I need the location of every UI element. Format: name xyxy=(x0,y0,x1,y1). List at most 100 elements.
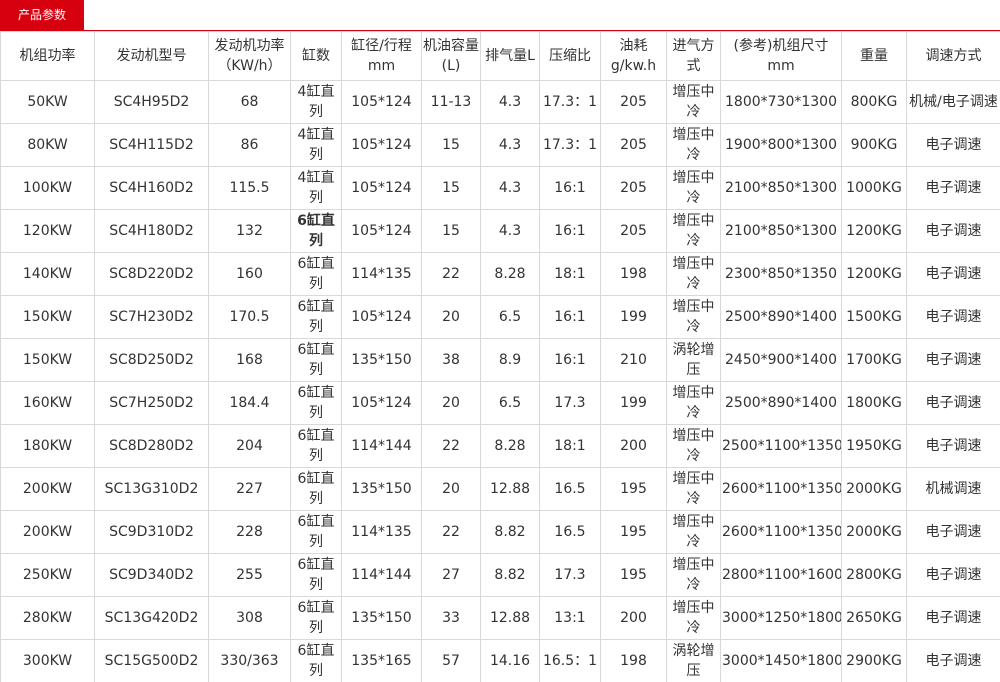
cell-engine-model: SC13G310D2 xyxy=(94,467,209,511)
cell-engine-model: SC8D220D2 xyxy=(94,252,209,296)
cell-fuel-consumption: 200 xyxy=(600,596,667,640)
cell-engine-model: SC8D280D2 xyxy=(94,424,209,468)
cell-power: 100KW xyxy=(0,166,95,210)
tab-bar: 产品参数 xyxy=(0,0,1000,31)
cell-bore-stroke: 114*144 xyxy=(341,424,422,468)
cell-weight: 1200KG xyxy=(841,209,907,253)
table-row: 80KW SC4H115D2 86 4缸直列 105*124 15 4.3 17.3：1 205… xyxy=(0,123,1000,167)
cell-cylinders: 6缸直列 xyxy=(290,252,342,296)
cell-dimensions: 2600*1100*1350 xyxy=(720,510,842,554)
cell-fuel-consumption: 205 xyxy=(600,209,667,253)
cell-compression: 16.5 xyxy=(539,510,601,554)
tab-product-params[interactable]: 产品参数 xyxy=(0,0,84,31)
cell-dimensions: 3000*1450*1800 xyxy=(720,639,842,682)
cell-bore-stroke: 105*124 xyxy=(341,123,422,167)
cell-fuel-consumption: 200 xyxy=(600,424,667,468)
col-header-intake: 进气方式 xyxy=(666,31,721,81)
cell-dimensions: 3000*1250*1800 xyxy=(720,596,842,640)
cell-weight: 1200KG xyxy=(841,252,907,296)
cell-compression: 16:1 xyxy=(539,209,601,253)
cell-governor: 电子调速 xyxy=(906,510,1000,554)
cell-dimensions: 2500*1100*1350 xyxy=(720,424,842,468)
cell-engine-model: SC4H160D2 xyxy=(94,166,209,210)
cell-oil-capacity: 22 xyxy=(421,424,481,468)
cell-governor: 电子调速 xyxy=(906,252,1000,296)
cell-displacement: 4.3 xyxy=(480,80,540,124)
cell-cylinders: 6缸直列 xyxy=(290,467,342,511)
cell-fuel-consumption: 198 xyxy=(600,639,667,682)
cell-power: 50KW xyxy=(0,80,95,124)
cell-oil-capacity: 22 xyxy=(421,252,481,296)
cell-fuel-consumption: 205 xyxy=(600,123,667,167)
cell-oil-capacity: 33 xyxy=(421,596,481,640)
cell-power: 280KW xyxy=(0,596,95,640)
cell-displacement: 8.28 xyxy=(480,252,540,296)
col-header-displacement: 排气量L xyxy=(480,31,540,81)
table-header-row: 机组功率 发动机型号 发动机功率（KW/h） 缸数 缸径/行程mm 机油容量(L… xyxy=(0,31,1000,81)
cell-power: 140KW xyxy=(0,252,95,296)
col-header-governor: 调速方式 xyxy=(906,31,1000,81)
table-row: 160KW SC7H250D2 184.4 6缸直列 105*124 20 6.5 17.3 1… xyxy=(0,381,1000,425)
cell-engine-model: SC7H230D2 xyxy=(94,295,209,339)
cell-engine-power: 330/363 xyxy=(208,639,291,682)
cell-cylinders: 6缸直列 xyxy=(290,596,342,640)
cell-dimensions: 2300*850*1350 xyxy=(720,252,842,296)
cell-compression: 18:1 xyxy=(539,252,601,296)
cell-intake: 增压中冷 xyxy=(666,209,721,253)
table-row: 50KW SC4H95D2 68 4缸直列 105*124 11-13 4.3 17.3：1 2… xyxy=(0,80,1000,124)
cell-engine-power: 132 xyxy=(208,209,291,253)
col-header-cylinders: 缸数 xyxy=(290,31,342,81)
col-header-bore-stroke: 缸径/行程mm xyxy=(341,31,422,81)
cell-weight: 1800KG xyxy=(841,381,907,425)
cell-governor: 电子调速 xyxy=(906,553,1000,597)
cell-bore-stroke: 105*124 xyxy=(341,166,422,210)
col-header-power: 机组功率 xyxy=(0,31,95,81)
cell-cylinders: 6缸直列 xyxy=(290,510,342,554)
cell-bore-stroke: 135*150 xyxy=(341,467,422,511)
params-table: 机组功率 发动机型号 发动机功率（KW/h） 缸数 缸径/行程mm 机油容量(L… xyxy=(0,31,1000,682)
col-header-engine-model: 发动机型号 xyxy=(94,31,209,81)
col-header-weight: 重量 xyxy=(841,31,907,81)
cell-dimensions: 2500*890*1400 xyxy=(720,381,842,425)
table-row: 150KW SC8D250D2 168 6缸直列 135*150 38 8.9 16:1 210… xyxy=(0,338,1000,382)
cell-governor: 电子调速 xyxy=(906,166,1000,210)
col-header-fuel-consumption: 油耗g/kw.h xyxy=(600,31,667,81)
table-row: 280KW SC13G420D2 308 6缸直列 135*150 33 12.88 13:1… xyxy=(0,596,1000,640)
table-row: 150KW SC7H230D2 170.5 6缸直列 105*124 20 6.5 16:1 1… xyxy=(0,295,1000,339)
cell-bore-stroke: 105*124 xyxy=(341,80,422,124)
cell-power: 200KW xyxy=(0,510,95,554)
cell-intake: 增压中冷 xyxy=(666,553,721,597)
cell-oil-capacity: 15 xyxy=(421,166,481,210)
cell-compression: 13:1 xyxy=(539,596,601,640)
cell-oil-capacity: 11-13 xyxy=(421,80,481,124)
cell-cylinders: 4缸直列 xyxy=(290,80,342,124)
cell-compression: 17.3：1 xyxy=(539,123,601,167)
cell-cylinders: 6缸直列 xyxy=(290,338,342,382)
cell-engine-power: 228 xyxy=(208,510,291,554)
cell-engine-power: 255 xyxy=(208,553,291,597)
cell-fuel-consumption: 205 xyxy=(600,80,667,124)
cell-oil-capacity: 27 xyxy=(421,553,481,597)
cell-compression: 18:1 xyxy=(539,424,601,468)
cell-engine-model: SC15G500D2 xyxy=(94,639,209,682)
cell-compression: 17.3：1 xyxy=(539,80,601,124)
table-row: 200KW SC13G310D2 227 6缸直列 135*150 20 12.88 16.5… xyxy=(0,467,1000,511)
cell-fuel-consumption: 195 xyxy=(600,510,667,554)
cell-displacement: 4.3 xyxy=(480,123,540,167)
cell-intake: 增压中冷 xyxy=(666,381,721,425)
cell-compression: 16.5：1 xyxy=(539,639,601,682)
cell-compression: 17.3 xyxy=(539,381,601,425)
cell-dimensions: 2100*850*1300 xyxy=(720,166,842,210)
cell-cylinders: 6缸直列 xyxy=(290,209,342,253)
cell-bore-stroke: 105*124 xyxy=(341,295,422,339)
cell-governor: 电子调速 xyxy=(906,381,1000,425)
table-row: 200KW SC9D310D2 228 6缸直列 114*135 22 8.82 16.5 19… xyxy=(0,510,1000,554)
cell-oil-capacity: 57 xyxy=(421,639,481,682)
cell-fuel-consumption: 195 xyxy=(600,467,667,511)
cell-cylinders: 6缸直列 xyxy=(290,553,342,597)
cell-oil-capacity: 20 xyxy=(421,467,481,511)
cell-displacement: 4.3 xyxy=(480,166,540,210)
cell-weight: 2000KG xyxy=(841,467,907,511)
cell-weight: 1500KG xyxy=(841,295,907,339)
cell-engine-power: 204 xyxy=(208,424,291,468)
